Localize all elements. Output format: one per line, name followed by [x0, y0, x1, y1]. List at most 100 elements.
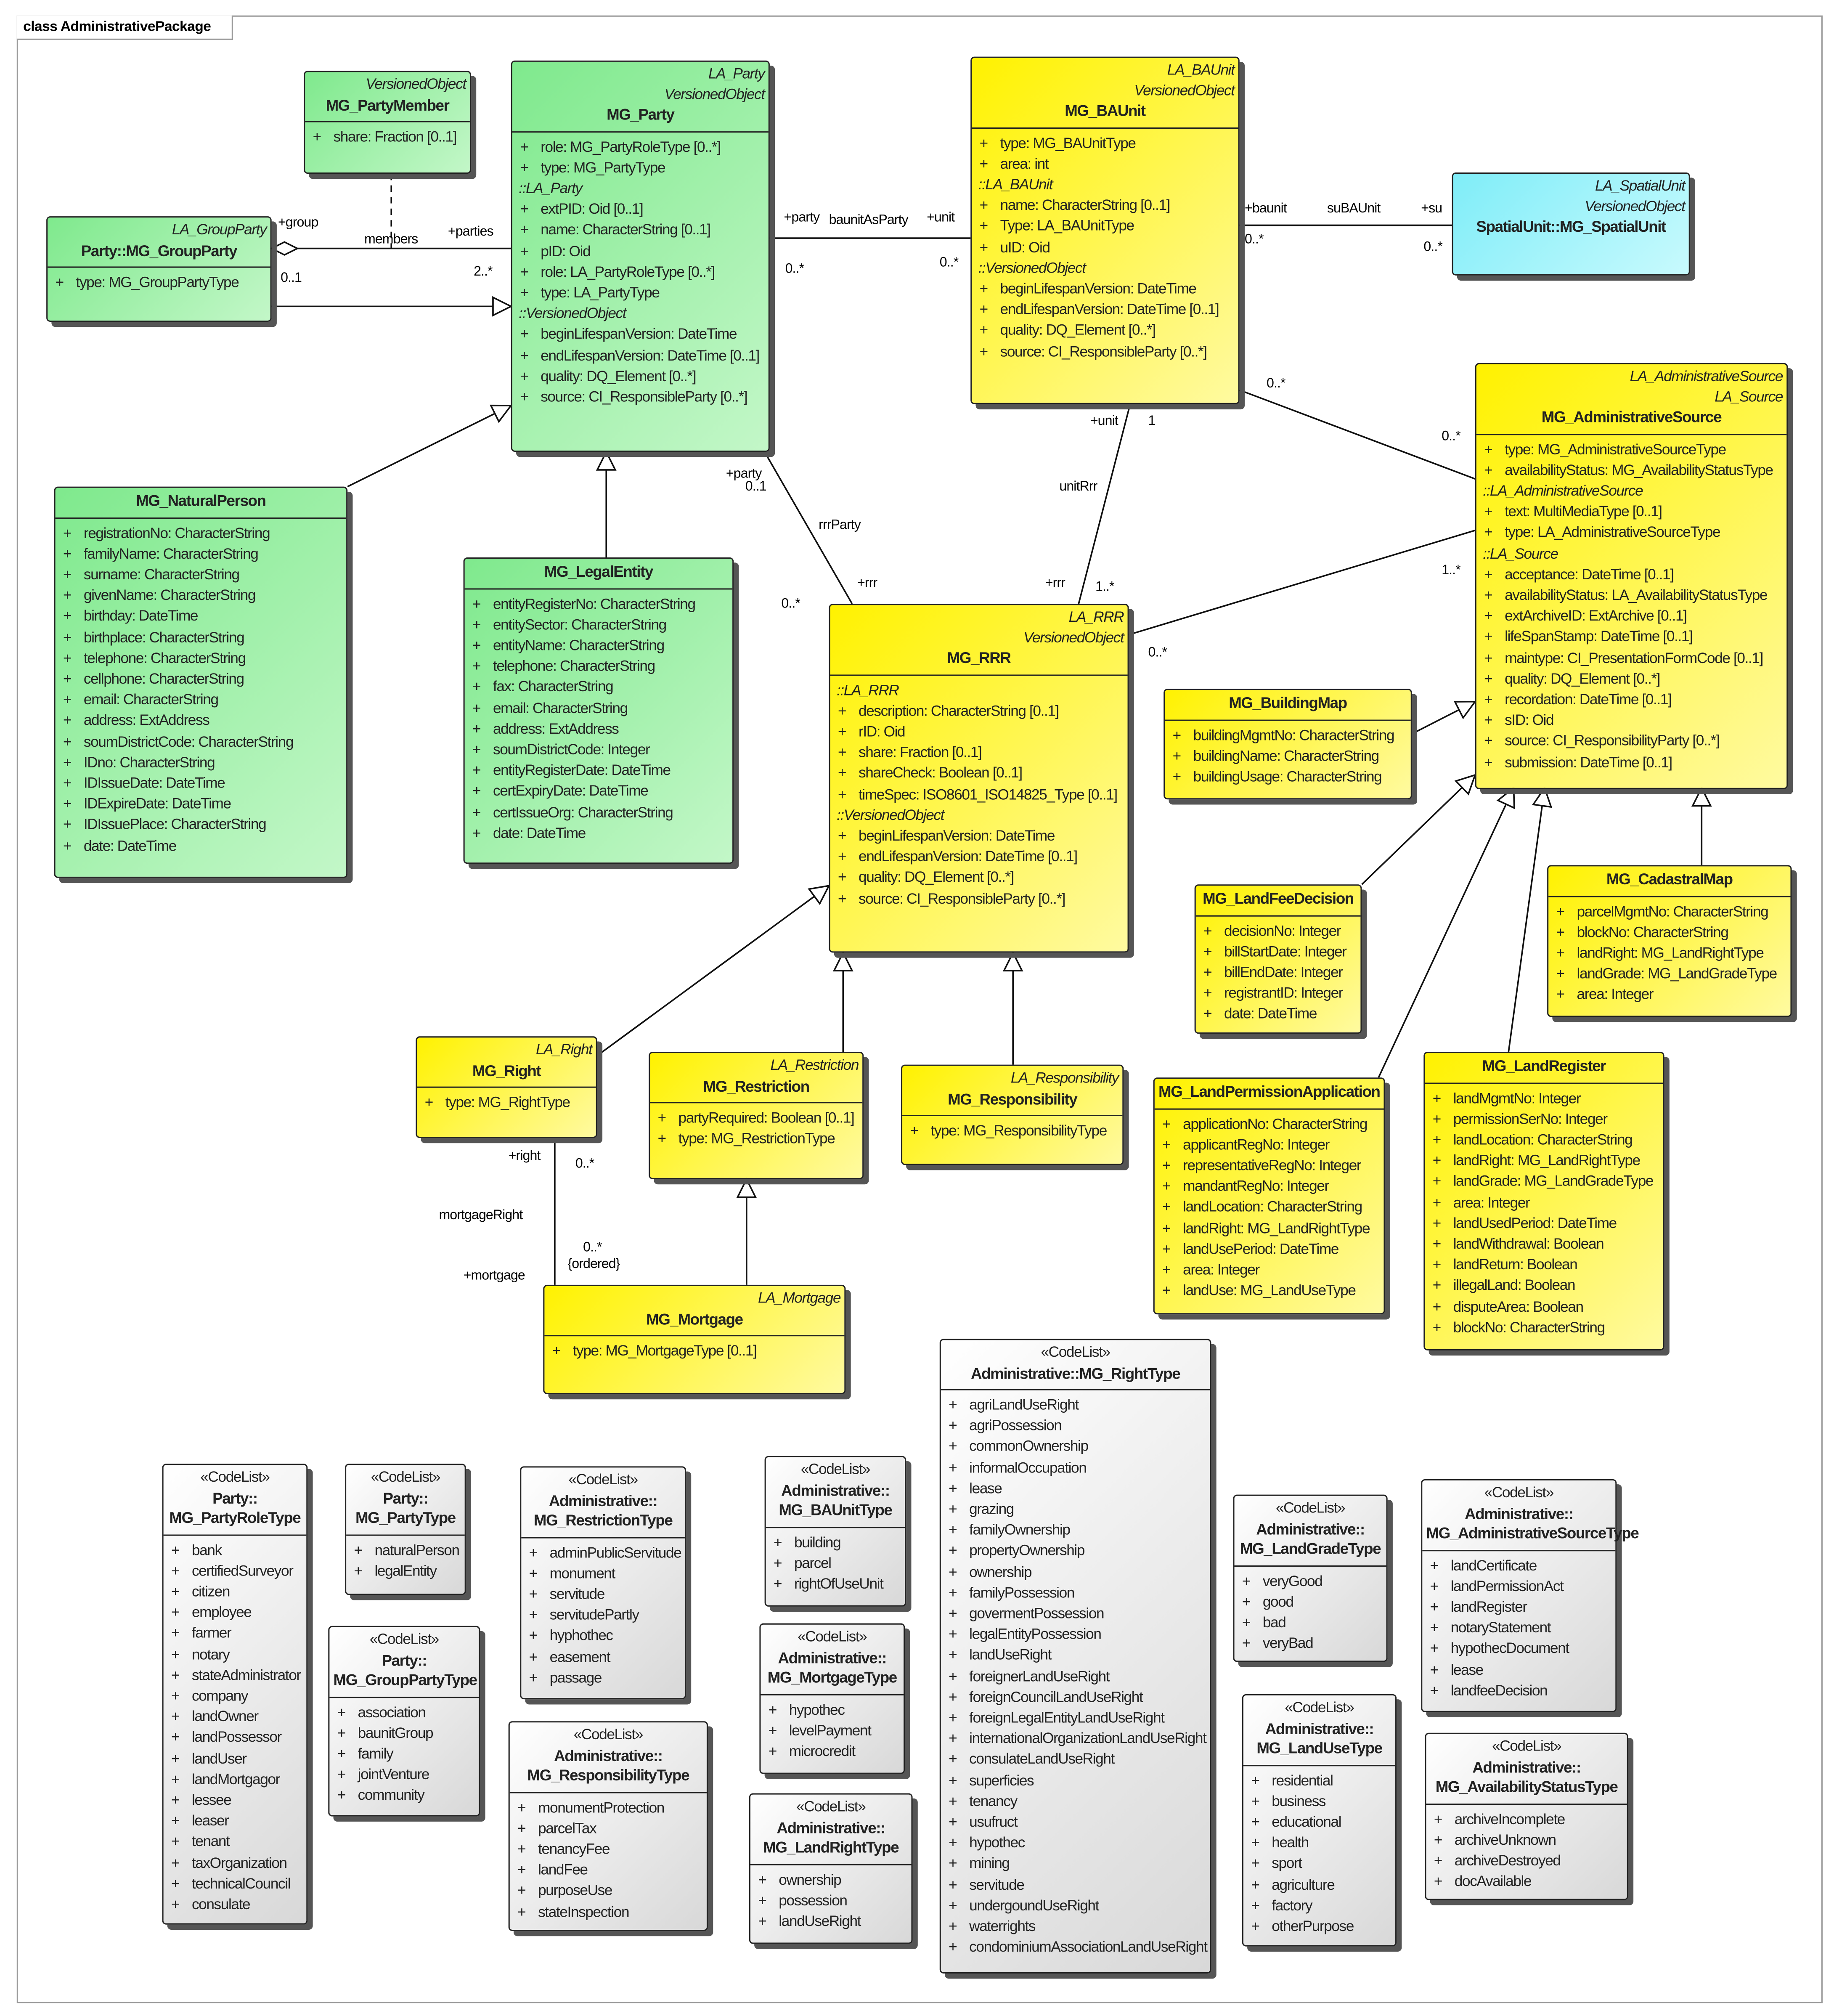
- class-name: MG_Restriction: [703, 1077, 810, 1095]
- class-naturalperson[interactable]: MG_NaturalPerson + registrationNo: Charact…: [54, 486, 348, 878]
- class-spatialunit[interactable]: LA_SpatialUnit VersionedObject SpatialUnit…: [1452, 172, 1690, 276]
- class-header: «CodeList» Party:: MG_GroupPartyType: [329, 1627, 479, 1698]
- generalization-link[interactable]: [1508, 788, 1545, 1052]
- codelist-cllandright[interactable]: «CodeList» Administrative:: MG_LandRightTy…: [749, 1793, 913, 1944]
- codelist-clpartyrole[interactable]: «CodeList» Party:: MG_PartyRoleType + bank + c…: [162, 1464, 308, 1925]
- class-restriction[interactable]: LA_Restriction MG_Restriction + partyRequir…: [649, 1052, 864, 1179]
- public-visibility-icon: +: [63, 609, 72, 625]
- attribute: + submission: DateTime [0..1]: [1476, 753, 1786, 774]
- public-visibility-icon: +: [838, 766, 847, 782]
- codelist-clgroupparty[interactable]: «CodeList» Party:: MG_GroupPartyType + assoc…: [328, 1626, 480, 1817]
- public-visibility-icon: +: [949, 1669, 957, 1685]
- public-visibility-icon: +: [949, 1899, 957, 1914]
- attribute-text: billStartDate: Integer: [1224, 944, 1347, 960]
- attribute: + birthplace: CharacterString: [56, 628, 347, 649]
- public-visibility-icon: +: [1162, 1242, 1171, 1257]
- public-visibility-icon: +: [949, 1606, 957, 1622]
- public-visibility-icon: +: [529, 1608, 538, 1623]
- attribute-text: source: CI_ResponsibleParty [0..*]: [541, 390, 747, 406]
- public-visibility-icon: +: [171, 1647, 180, 1663]
- public-visibility-icon: +: [354, 1543, 363, 1559]
- public-visibility-icon: +: [1434, 1833, 1443, 1849]
- class-landfeedecision[interactable]: MG_LandFeeDecision + decisionNo: Integer + b…: [1194, 884, 1362, 1034]
- enum-literal: + ownership: [750, 1870, 912, 1891]
- attribute-text: baunitGroup: [358, 1726, 434, 1742]
- role-label: +rrr: [1045, 575, 1065, 591]
- enum-literal: + familyPossession: [941, 1583, 1210, 1604]
- inherited-section-label: ::LA_AdministrativeSource: [1476, 481, 1786, 502]
- public-visibility-icon: +: [838, 891, 847, 907]
- enum-literal: + passage: [521, 1668, 685, 1689]
- class-party[interactable]: LA_Party VersionedObject MG_Party + role: MG…: [511, 60, 770, 452]
- attribute-text: hyphothec: [549, 1629, 613, 1645]
- association-link[interactable]: [1078, 404, 1131, 604]
- public-visibility-icon: +: [1251, 1836, 1260, 1852]
- enum-literal: + bad: [1235, 1613, 1386, 1634]
- attribute-compartment: + adminPublicServitude + monument + servitude…: [521, 1538, 685, 1694]
- generalization-link[interactable]: [1378, 787, 1515, 1078]
- generalization-arrow-icon: [1691, 786, 1712, 807]
- class-mortgage[interactable]: LA_Mortgage MG_Mortgage + type: MG_Mortgage…: [543, 1284, 846, 1394]
- enum-literal: + lessee: [164, 1791, 307, 1812]
- enum-literal: + bank: [164, 1540, 307, 1561]
- public-visibility-icon: +: [529, 1587, 538, 1603]
- public-visibility-icon: +: [1484, 650, 1493, 666]
- class-header: LA_GroupParty Party::MG_GroupParty: [48, 218, 270, 268]
- attribute-text: date: DateTime: [493, 826, 586, 842]
- enum-literal: + hyphothec: [521, 1626, 685, 1647]
- attribute-text: usufruct: [969, 1815, 1018, 1831]
- attribute-text: archiveIncomplete: [1454, 1812, 1566, 1828]
- enum-literal: + citizen: [164, 1582, 307, 1603]
- class-partymember[interactable]: VersionedObject MG_PartyMember + share: Fra…: [304, 71, 471, 174]
- class-name: MG_RRR: [947, 649, 1011, 667]
- attribute: + IDExpireDate: DateTime: [56, 794, 347, 815]
- class-adminsource[interactable]: LA_AdministrativeSource LA_Source MG_Admin…: [1475, 363, 1788, 789]
- association-link[interactable]: [1239, 389, 1476, 480]
- attribute: + address: ExtAddress: [56, 711, 347, 732]
- attribute-compartment: + partyRequired: Boolean [0..1] + type: MG_…: [650, 1103, 862, 1155]
- association-link[interactable]: [1129, 529, 1476, 636]
- enum-literal: + leaser: [164, 1812, 307, 1833]
- codelist-cllandgrade[interactable]: «CodeList» Administrative:: MG_LandGradeTy…: [1233, 1494, 1388, 1662]
- codelist-cladminsource[interactable]: «CodeList» Administrative:: MG_Administrat…: [1421, 1479, 1639, 1712]
- class-baunit[interactable]: LA_BAUnit VersionedObject MG_BAUnit + type: …: [970, 56, 1240, 404]
- codelist-clbaunit[interactable]: «CodeList» Administrative:: MG_BAUnitType +…: [764, 1456, 906, 1607]
- codelist-clpartytype[interactable]: «CodeList» Party:: MG_PartyType + naturalPer…: [345, 1464, 466, 1595]
- class-landregister[interactable]: MG_LandRegister + landMgmtNo: Integer + perm…: [1423, 1052, 1664, 1350]
- attribute: + fax: CharacterString: [465, 678, 732, 699]
- public-visibility-icon: +: [529, 1629, 538, 1645]
- attribute-text: beginLifespanVersion: DateTime: [1000, 281, 1197, 297]
- class-right[interactable]: LA_Right MG_Right + type: MG_RightType: [416, 1036, 597, 1138]
- codelist-clavailability[interactable]: «CodeList» Administrative:: MG_Availabilit…: [1425, 1732, 1628, 1900]
- codelist-clmortgage[interactable]: «CodeList» Administrative:: MG_MortgageTyp…: [759, 1623, 905, 1774]
- public-visibility-icon: +: [520, 140, 529, 155]
- attribute: + extArchiveID: ExtArchive [0..1]: [1476, 607, 1786, 628]
- attribute-text: landLocation: CharacterString: [1453, 1133, 1633, 1149]
- public-visibility-icon: +: [529, 1671, 538, 1686]
- parent-class: VersionedObject: [1134, 83, 1235, 99]
- codelist-cllanduse[interactable]: «CodeList» Administrative:: MG_LandUseType…: [1242, 1694, 1397, 1947]
- attribute: + landGrade: MG_LandGradeType: [1548, 964, 1790, 985]
- codelist-clrestriction[interactable]: «CodeList» Administrative:: MG_Restriction…: [520, 1466, 686, 1700]
- attribute-text: ::LA_RRR: [837, 683, 899, 699]
- generalization-link[interactable]: [347, 405, 512, 488]
- codelist-clresponsibility[interactable]: «CodeList» Administrative:: MG_Responsibil…: [508, 1721, 708, 1931]
- public-visibility-icon: +: [1432, 1195, 1442, 1211]
- class-responsibility[interactable]: LA_Responsibility MG_Responsibility + type:…: [901, 1064, 1124, 1165]
- attribute-text: rightOfUseUnit: [794, 1577, 884, 1592]
- attribute-text: ownership: [969, 1565, 1032, 1581]
- class-groupparty[interactable]: LA_GroupParty Party::MG_GroupParty + type: …: [46, 216, 272, 322]
- class-legalentity[interactable]: MG_LegalEntity + entityRegisterNo: Charact…: [463, 557, 734, 864]
- attribute-compartment: ::LA_RRR + description: CharacterString [0…: [830, 675, 1128, 915]
- public-visibility-icon: +: [520, 223, 529, 239]
- class-buildingmap[interactable]: MG_BuildingMap + buildingMgmtNo: Character…: [1163, 689, 1412, 800]
- class-cadastralmap[interactable]: MG_CadastralMap + parcelMgmtNo: CharacterS…: [1547, 865, 1792, 1017]
- class-rrr[interactable]: LA_RRR VersionedObject MG_RRR::LA_RRR + desc…: [829, 604, 1129, 953]
- codelist-clright[interactable]: «CodeList» Administrative::MG_RightType + a…: [939, 1339, 1211, 1974]
- public-visibility-icon: +: [552, 1344, 561, 1360]
- class-landpermission[interactable]: MG_LandPermissionApplication + application…: [1153, 1077, 1385, 1315]
- generalization-link[interactable]: [596, 885, 830, 1056]
- public-visibility-icon: +: [517, 1863, 526, 1878]
- public-visibility-icon: +: [1251, 1815, 1260, 1831]
- enum-literal: + landUser: [164, 1749, 307, 1770]
